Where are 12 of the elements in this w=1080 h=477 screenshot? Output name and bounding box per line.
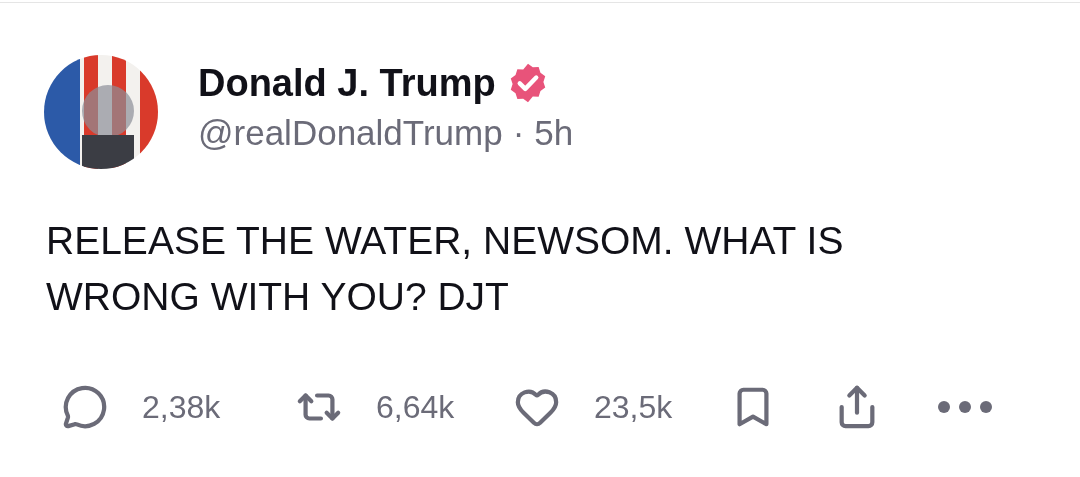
post-text: RELEASE THE WATER, NEWSOM. WHAT IS WRONG WITH YOU? DJT [46, 218, 845, 320]
post-time: 5h [534, 112, 574, 154]
reply-icon [62, 384, 108, 430]
more-button[interactable] [938, 401, 992, 413]
more-icon [938, 401, 992, 413]
reply-button[interactable] [62, 384, 108, 430]
author-handle[interactable]: @realDonaldTrump [198, 111, 503, 155]
author-name[interactable]: Donald J. Trump [198, 61, 496, 105]
reply-count: 2,38k [142, 388, 221, 427]
repost-count: 6,64k [376, 388, 455, 427]
separator-dot: · [512, 112, 525, 154]
like-count: 23,5k [594, 388, 673, 427]
